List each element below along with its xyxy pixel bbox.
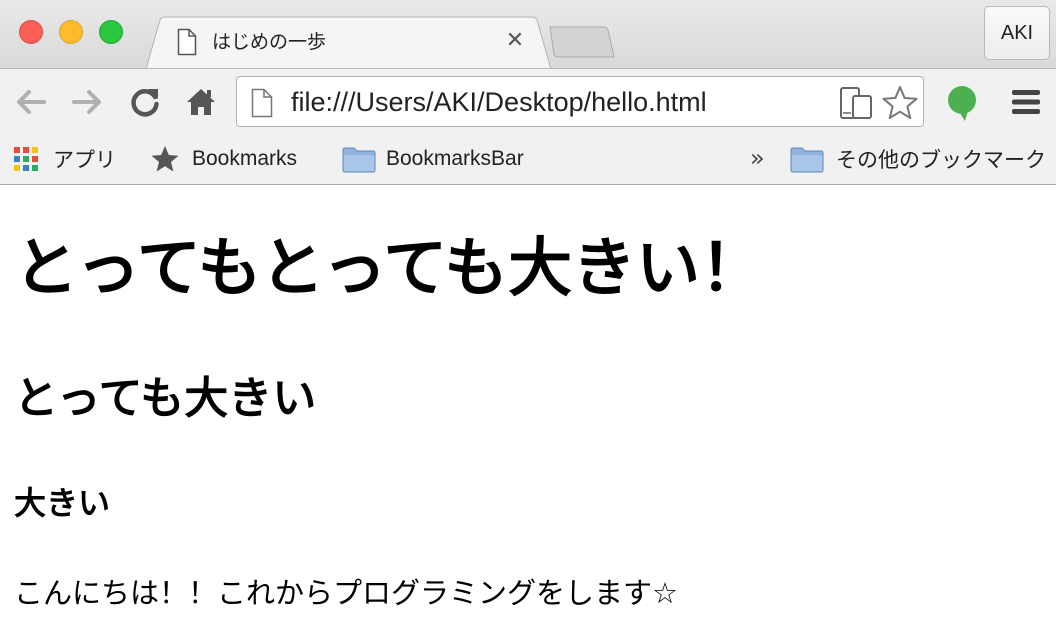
forward-arrow-icon[interactable] (70, 85, 104, 119)
page-icon (177, 28, 197, 56)
star-icon (151, 146, 179, 172)
page-content: とってもとっても大きい！ とっても大きい 大きい こんにちは！！これからプログラ… (0, 185, 1056, 636)
minimize-window-button[interactable] (59, 20, 83, 44)
bookmark-star-icon[interactable] (881, 84, 919, 122)
address-bar[interactable]: file:///Users/AKI/Desktop/hello.html (236, 76, 924, 127)
heading-2: とっても大きい (14, 373, 317, 424)
hamburger-menu-icon[interactable] (1010, 87, 1042, 117)
folder-icon (790, 147, 824, 173)
other-bookmarks-label: その他のブックマーク (836, 149, 1046, 172)
heading-3: 大きい (14, 484, 111, 522)
bookmarks-overflow-chevron[interactable]: » (750, 144, 765, 172)
close-window-button[interactable] (19, 20, 43, 44)
paragraph: こんにちは！！これからプログラミングをします☆ (14, 576, 678, 610)
new-tab-button[interactable] (548, 24, 616, 60)
tab-title: はじめの一歩 (212, 31, 327, 53)
back-arrow-icon[interactable] (14, 85, 48, 119)
bookmark-apps[interactable]: アプリ (13, 134, 116, 184)
toolbar: file:///Users/AKI/Desktop/hello.html (0, 68, 1056, 135)
bookmark-label: BookmarksBar (386, 147, 524, 170)
bookmarks-bar: アプリ Bookmarks BookmarksBar » その他のブックマーク (0, 134, 1056, 185)
bookmark-label: Bookmarks (192, 147, 298, 170)
folder-icon (342, 147, 376, 173)
heading-1: とってもとっても大きい！ (14, 232, 765, 306)
apps-grid-icon (14, 147, 38, 171)
bookmark-bookmarks[interactable]: Bookmarks (150, 134, 297, 184)
page-icon (251, 88, 273, 118)
zoom-window-button[interactable] (99, 20, 123, 44)
url-text[interactable]: file:///Users/AKI/Desktop/hello.html (291, 86, 707, 118)
tab-active[interactable]: はじめの一歩 ✕ (146, 16, 552, 69)
bookmark-folder-other[interactable]: その他のブックマーク (790, 134, 1046, 184)
bookmark-apps-label: アプリ (53, 149, 116, 172)
reload-icon[interactable] (128, 85, 162, 119)
device-mode-icon[interactable] (839, 86, 873, 120)
profile-button[interactable]: AKI (984, 6, 1050, 60)
evernote-icon[interactable] (944, 84, 980, 122)
bookmark-folder-bookmarksbar[interactable]: BookmarksBar (342, 134, 524, 184)
tab-close-icon[interactable]: ✕ (504, 30, 526, 52)
title-bar: はじめの一歩 ✕ AKI (0, 0, 1056, 69)
home-icon[interactable] (184, 85, 218, 119)
